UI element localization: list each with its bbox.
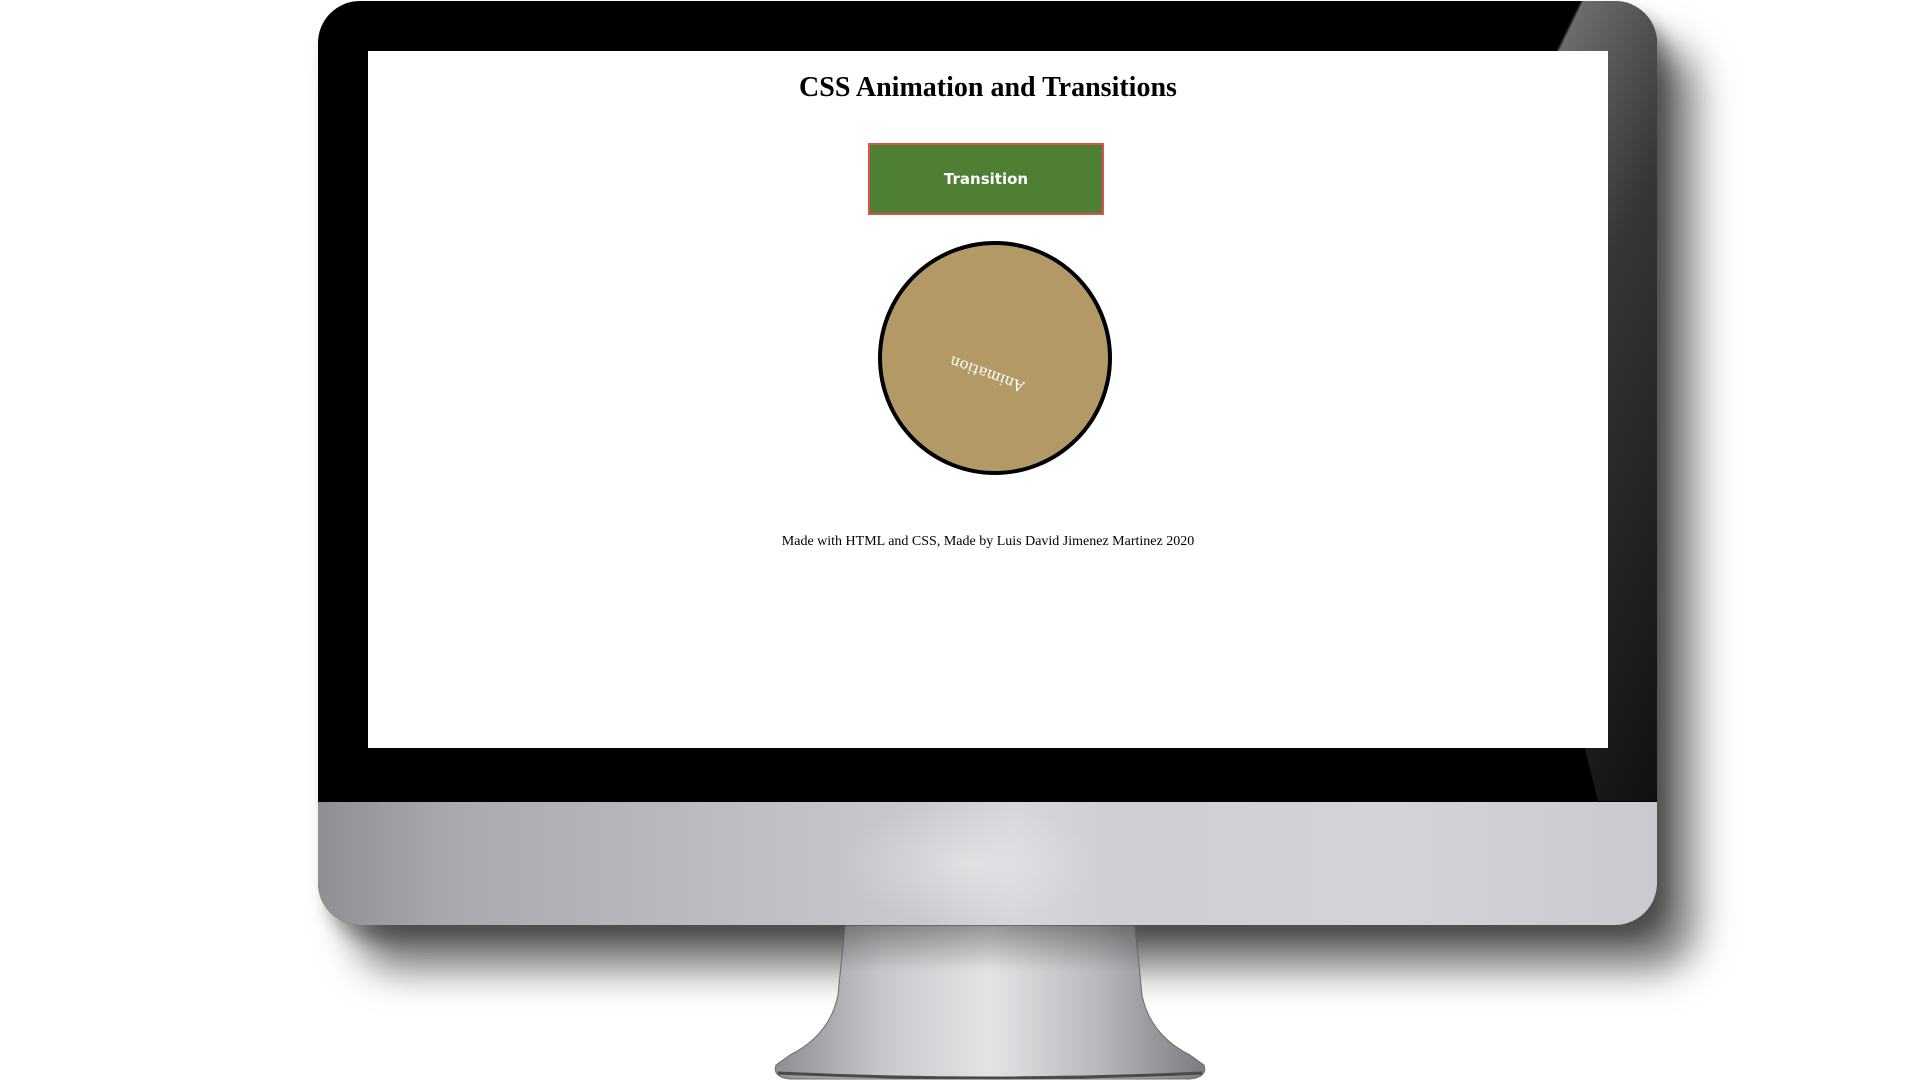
- transition-button-label: Transition: [943, 170, 1029, 188]
- footer-text: Made with HTML and CSS, Made by Luis Dav…: [781, 534, 1195, 549]
- monitor-screen: CSS Animation and Transitions Transition…: [368, 51, 1608, 748]
- animation-label: Animation: [947, 352, 1027, 396]
- transition-button[interactable]: Transition: [868, 143, 1104, 215]
- stage: CSS Animation and Transitions Transition…: [0, 0, 1920, 1080]
- chin-highlight: [838, 802, 1098, 925]
- animation-circle: Animation: [878, 241, 1112, 475]
- monitor-stand: [774, 925, 1206, 1080]
- page-title: CSS Animation and Transitions: [799, 72, 1177, 103]
- stand-shadow: [775, 925, 1205, 1079]
